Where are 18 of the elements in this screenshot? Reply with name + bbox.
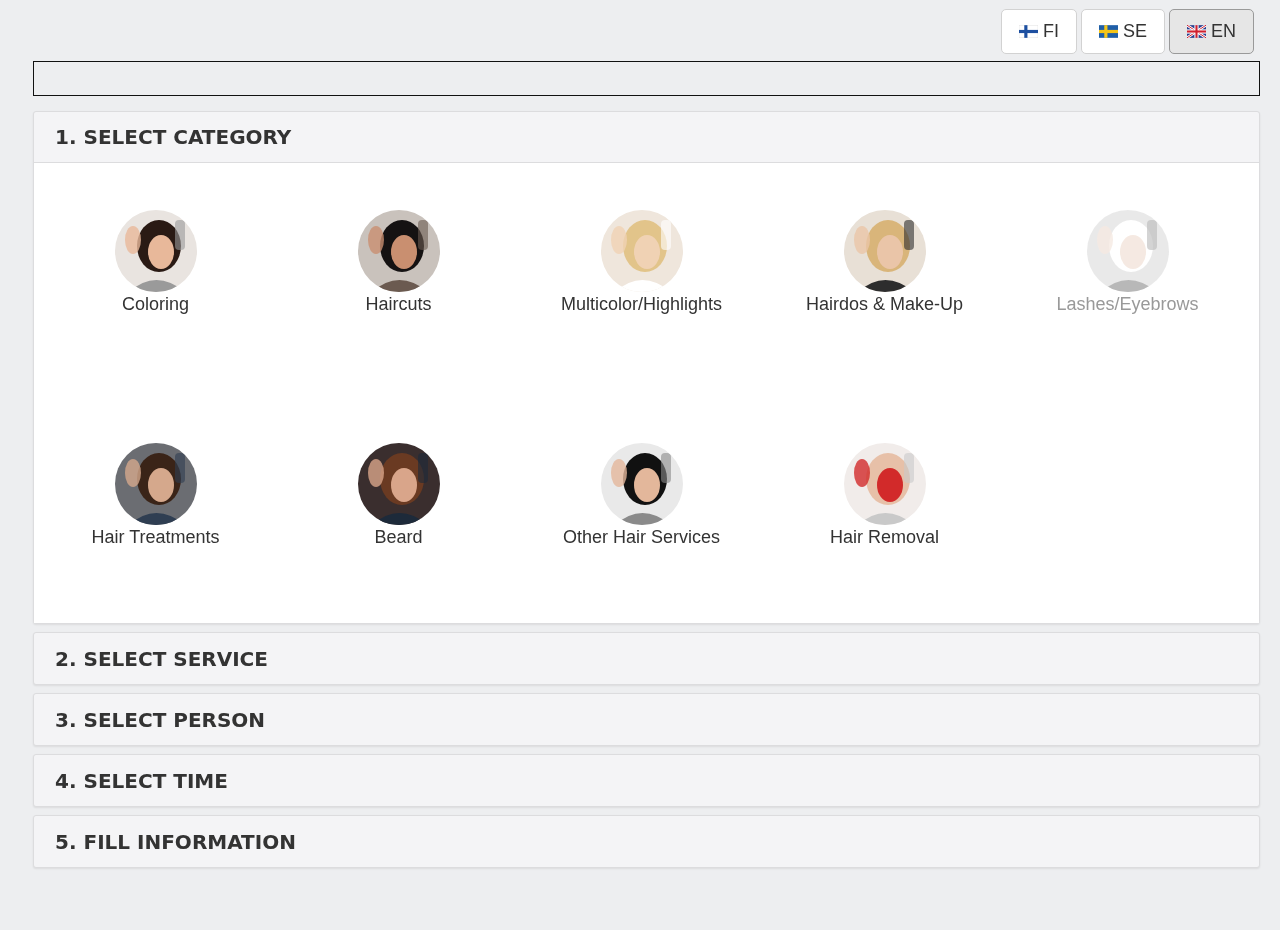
category-item[interactable]: Hair Treatments xyxy=(34,443,277,548)
category-item[interactable]: Multicolor/Highlights xyxy=(520,210,763,315)
flag-icon xyxy=(1018,25,1038,38)
section-header[interactable]: 3. SELECT PERSON xyxy=(34,694,1259,745)
category-item[interactable]: Other Hair Services xyxy=(520,443,763,548)
flag-icon xyxy=(1098,25,1118,38)
language-button[interactable]: FI xyxy=(1000,9,1077,54)
section-header[interactable]: 2. SELECT SERVICE xyxy=(34,633,1259,684)
section-header[interactable]: 4. SELECT TIME xyxy=(34,755,1259,806)
category-item[interactable]: Hair Removal xyxy=(763,443,1006,548)
category-item[interactable]: Coloring xyxy=(34,210,277,315)
flag-icon xyxy=(1187,25,1206,38)
section-header[interactable]: 5. FILL INFORMATION xyxy=(34,816,1259,867)
category-item[interactable]: Beard xyxy=(277,443,520,548)
language-button[interactable]: SE xyxy=(1080,9,1165,54)
language-button[interactable]: EN xyxy=(1169,9,1254,54)
category-item[interactable]: Hairdos & Make-Up xyxy=(763,210,1006,315)
category-item[interactable]: Haircuts xyxy=(277,210,520,315)
